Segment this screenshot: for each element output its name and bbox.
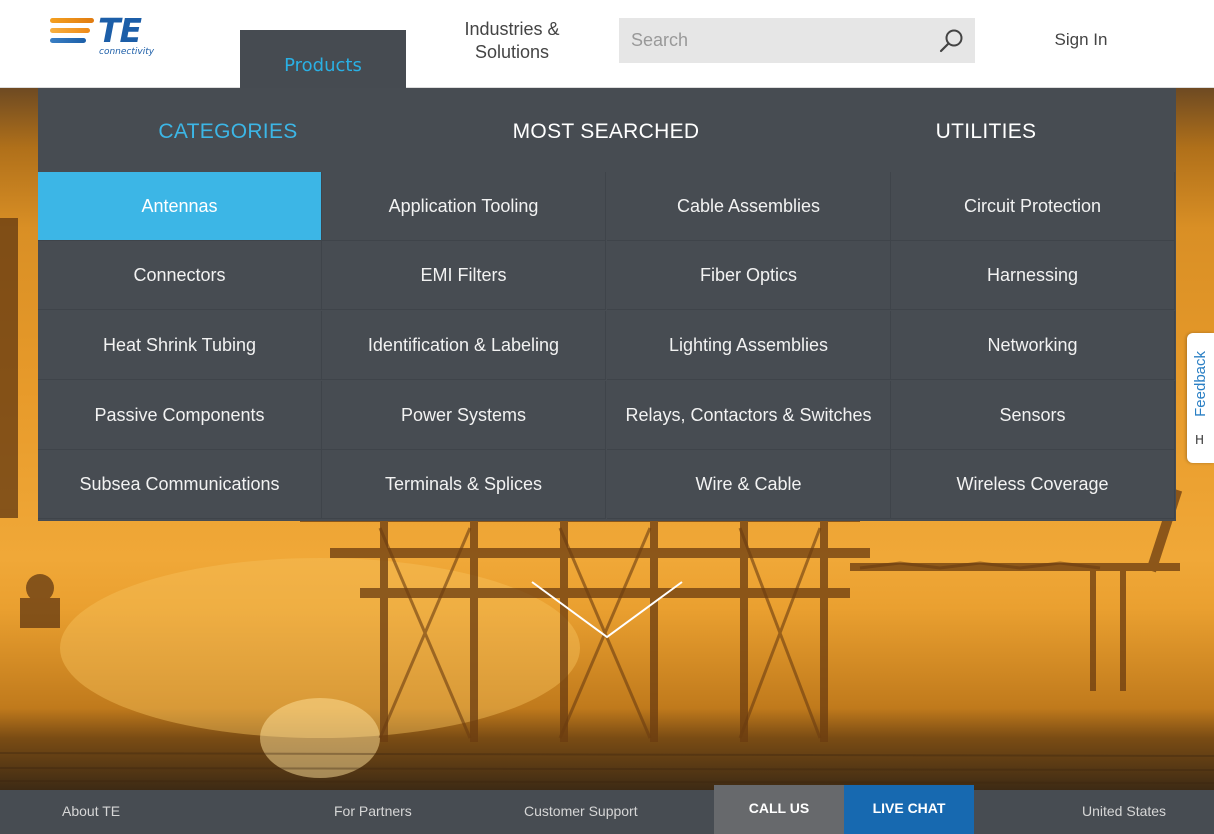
category-circuit-protection[interactable]: Circuit Protection xyxy=(891,172,1175,241)
site-footer: About TE For Partners Customer Support U… xyxy=(0,790,1214,834)
category-heat-shrink-tubing[interactable]: Heat Shrink Tubing xyxy=(38,311,322,380)
category-antennas[interactable]: Antennas xyxy=(38,172,322,241)
live-chat-button[interactable]: LIVE CHAT xyxy=(844,785,974,834)
te-connectivity-logo[interactable]: TE connectivity xyxy=(50,11,160,60)
category-fiber-optics[interactable]: Fiber Optics xyxy=(607,241,891,310)
category-lighting-assemblies[interactable]: Lighting Assemblies xyxy=(607,311,891,380)
nav-industries-solutions[interactable]: Industries & Solutions xyxy=(430,18,594,64)
feedback-label: Feedback xyxy=(1192,351,1209,417)
category-relays-contactors-switches[interactable]: Relays, Contactors & Switches xyxy=(607,381,891,450)
category-connectors[interactable]: Connectors xyxy=(38,241,322,310)
category-wireless-coverage[interactable]: Wireless Coverage xyxy=(891,450,1175,519)
search-input[interactable] xyxy=(619,18,929,63)
mega-menu-tabs: CATEGORIES MOST SEARCHED UTILITIES xyxy=(38,88,1176,172)
tab-most-searched[interactable]: MOST SEARCHED xyxy=(456,120,756,144)
tab-categories[interactable]: CATEGORIES xyxy=(78,120,378,144)
footer-region-link[interactable]: United States xyxy=(1082,803,1166,819)
products-mega-menu: CATEGORIES MOST SEARCHED UTILITIES Anten… xyxy=(38,88,1176,521)
site-header: TE connectivity Products Industries & So… xyxy=(0,0,1214,88)
category-power-systems[interactable]: Power Systems xyxy=(322,381,606,450)
logo-subtext: connectivity xyxy=(99,47,155,57)
category-wire-cable[interactable]: Wire & Cable xyxy=(607,450,891,519)
nav-industries-line2: Solutions xyxy=(474,42,550,62)
nav-industries-line1: Industries & xyxy=(464,19,560,39)
feedback-tab[interactable]: Feedback H xyxy=(1187,333,1214,463)
tab-utilities[interactable]: UTILITIES xyxy=(836,120,1136,144)
feedback-icon: H xyxy=(1195,433,1205,447)
scroll-down-chevron-icon[interactable] xyxy=(530,580,684,640)
category-cable-assemblies[interactable]: Cable Assemblies xyxy=(607,172,891,241)
category-terminals-splices[interactable]: Terminals & Splices xyxy=(322,450,606,519)
category-subsea-communications[interactable]: Subsea Communications xyxy=(38,450,322,519)
nav-products-tab[interactable]: Products xyxy=(240,30,406,88)
category-passive-components[interactable]: Passive Components xyxy=(38,381,322,450)
category-harnessing[interactable]: Harnessing xyxy=(891,241,1175,310)
sign-in-link[interactable]: Sign In xyxy=(1040,30,1122,50)
logo-text: TE xyxy=(98,11,142,50)
category-application-tooling[interactable]: Application Tooling xyxy=(322,172,606,241)
footer-support-link[interactable]: Customer Support xyxy=(524,803,638,819)
search-icon[interactable] xyxy=(939,28,965,54)
call-us-button[interactable]: CALL US xyxy=(714,785,844,834)
footer-partners-link[interactable]: For Partners xyxy=(334,803,412,819)
footer-about-link[interactable]: About TE xyxy=(62,803,120,819)
category-networking[interactable]: Networking xyxy=(891,311,1175,380)
category-identification-labeling[interactable]: Identification & Labeling xyxy=(322,311,606,380)
category-emi-filters[interactable]: EMI Filters xyxy=(322,241,606,310)
category-sensors[interactable]: Sensors xyxy=(891,381,1175,450)
search-box xyxy=(619,18,975,63)
